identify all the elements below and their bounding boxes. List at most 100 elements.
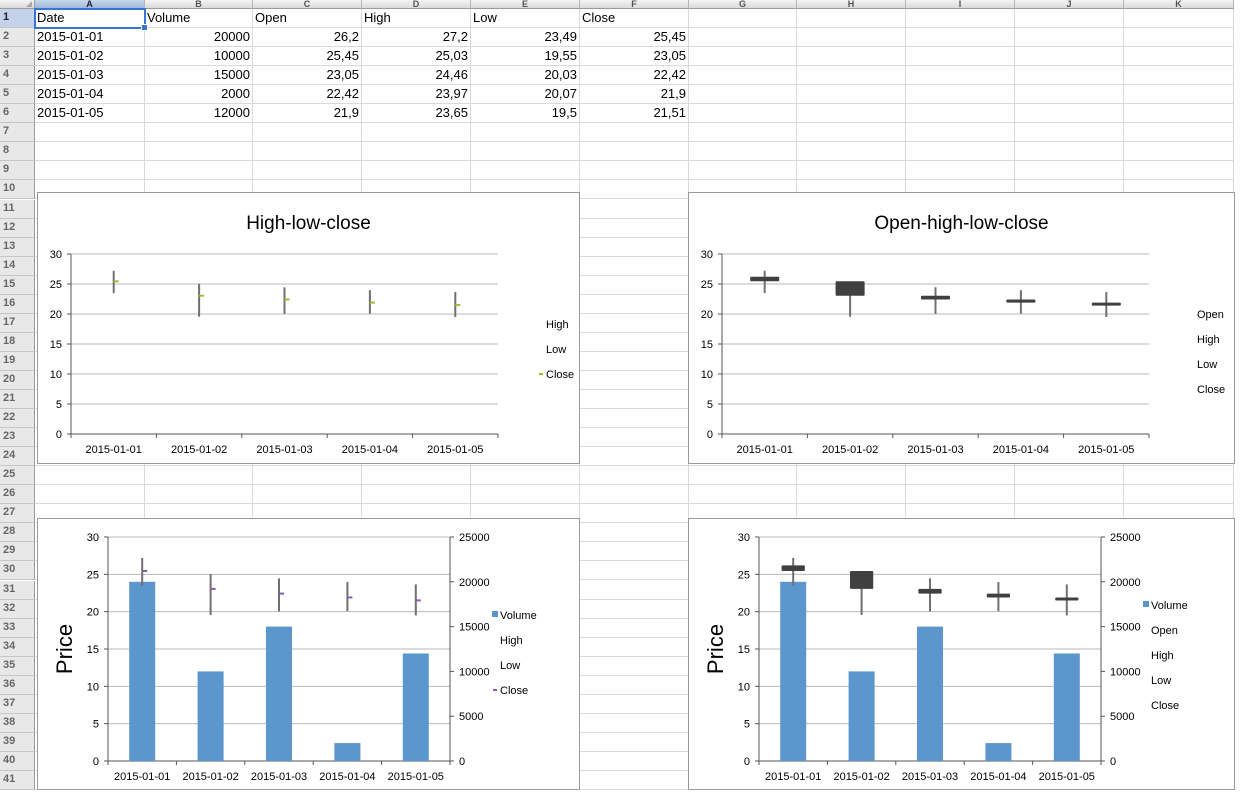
cell-f9[interactable] (580, 161, 689, 180)
cell-f18[interactable] (580, 333, 689, 352)
cell-g3[interactable] (689, 47, 797, 66)
chart-4[interactable]: 0 5 10 15 20 25 30 2015-01-01 2015-01-02 2015-01-… (688, 518, 1235, 790)
spreadsheet[interactable]: A B C D E F G H I J K 1 Date Volume Open High Low Close 2 2… (0, 0, 1248, 805)
cell-a5[interactable]: 2015-01-04 (35, 85, 145, 104)
cell-i3[interactable] (906, 47, 1015, 66)
row-header-21[interactable]: 21 (0, 390, 35, 409)
cell-i8[interactable] (906, 142, 1015, 161)
cell-e8[interactable] (471, 142, 580, 161)
row-header-35[interactable]: 35 (0, 657, 35, 676)
row-header-33[interactable]: 33 (0, 619, 35, 638)
row-header-18[interactable]: 18 (0, 333, 35, 352)
cell-b25[interactable] (145, 466, 253, 485)
chart-1[interactable]: High-low-close 0 5 10 15 20 25 30 2015-01-01 2015… (37, 192, 580, 464)
cell-f26[interactable] (580, 485, 689, 504)
cell-f6[interactable]: 21,51 (580, 104, 689, 123)
cell-k5[interactable] (1124, 85, 1234, 104)
cell-h2[interactable] (797, 28, 906, 47)
cell-b1[interactable]: Volume (145, 9, 253, 28)
cell-f40[interactable] (580, 752, 689, 771)
cell-d5[interactable]: 23,97 (362, 85, 471, 104)
cell-e9[interactable] (471, 161, 580, 180)
row-header-10[interactable]: 10 (0, 180, 35, 199)
cell-k3[interactable] (1124, 47, 1234, 66)
cell-b4[interactable]: 15000 (145, 66, 253, 85)
row-header-12[interactable]: 12 (0, 219, 35, 238)
cell-f20[interactable] (580, 371, 689, 390)
row-header-34[interactable]: 34 (0, 638, 35, 657)
row-header-25[interactable]: 25 (0, 466, 35, 485)
cell-i25[interactable] (906, 466, 1015, 485)
cell-k4[interactable] (1124, 66, 1234, 85)
row-header-2[interactable]: 2 (0, 28, 35, 47)
cell-j6[interactable] (1015, 104, 1124, 123)
row-header-14[interactable]: 14 (0, 257, 35, 276)
column-header-e[interactable]: E (471, 0, 580, 9)
cell-d3[interactable]: 25,03 (362, 47, 471, 66)
cell-b7[interactable] (145, 123, 253, 142)
cell-d1[interactable]: High (362, 9, 471, 28)
cell-e3[interactable]: 19,55 (471, 47, 580, 66)
row-header-22[interactable]: 22 (0, 409, 35, 428)
cell-a6[interactable]: 2015-01-05 (35, 104, 145, 123)
cell-f22[interactable] (580, 409, 689, 428)
cell-f29[interactable] (580, 542, 689, 561)
cell-b26[interactable] (145, 485, 253, 504)
cell-f33[interactable] (580, 619, 689, 638)
cell-e5[interactable]: 20,07 (471, 85, 580, 104)
chart-3[interactable]: 0 5 10 15 20 25 30 2015-01-01 2015-01-02 2015-01-… (37, 518, 580, 790)
cell-j8[interactable] (1015, 142, 1124, 161)
cell-k7[interactable] (1124, 123, 1234, 142)
cell-i1[interactable] (906, 9, 1015, 28)
cell-e1[interactable]: Low (471, 9, 580, 28)
cell-d4[interactable]: 24,46 (362, 66, 471, 85)
cell-c3[interactable]: 25,45 (253, 47, 362, 66)
row-header-40[interactable]: 40 (0, 752, 35, 771)
cell-g26[interactable] (689, 485, 797, 504)
cell-b2[interactable]: 20000 (145, 28, 253, 47)
row-header-23[interactable]: 23 (0, 428, 35, 447)
cell-f19[interactable] (580, 352, 689, 371)
row-header-11[interactable]: 11 (0, 200, 35, 219)
cell-f25[interactable] (580, 466, 689, 485)
cell-h25[interactable] (797, 466, 906, 485)
cell-g25[interactable] (689, 466, 797, 485)
cell-i26[interactable] (906, 485, 1015, 504)
cell-d26[interactable] (362, 485, 471, 504)
cell-g9[interactable] (689, 161, 797, 180)
cell-h6[interactable] (797, 104, 906, 123)
cell-f11[interactable] (580, 200, 689, 219)
cell-i2[interactable] (906, 28, 1015, 47)
cell-c25[interactable] (253, 466, 362, 485)
cell-i6[interactable] (906, 104, 1015, 123)
row-header-24[interactable]: 24 (0, 447, 35, 466)
cell-i5[interactable] (906, 85, 1015, 104)
cell-j9[interactable] (1015, 161, 1124, 180)
row-header-31[interactable]: 31 (0, 581, 35, 600)
cell-c6[interactable]: 21,9 (253, 104, 362, 123)
cell-d8[interactable] (362, 142, 471, 161)
cell-f1[interactable]: Close (580, 9, 689, 28)
cell-f8[interactable] (580, 142, 689, 161)
cell-f2[interactable]: 25,45 (580, 28, 689, 47)
cell-f39[interactable] (580, 733, 689, 752)
cell-j3[interactable] (1015, 47, 1124, 66)
cell-h9[interactable] (797, 161, 906, 180)
column-header-c[interactable]: C (253, 0, 362, 9)
select-all-corner[interactable] (0, 0, 35, 9)
cell-b5[interactable]: 2000 (145, 85, 253, 104)
cell-f35[interactable] (580, 657, 689, 676)
row-header-16[interactable]: 16 (0, 295, 35, 314)
cell-f17[interactable] (580, 314, 689, 333)
cell-f13[interactable] (580, 238, 689, 257)
chart-2[interactable]: Open-high-low-close 0 5 10 15 20 25 30 2015-01-0… (688, 192, 1235, 464)
cell-d2[interactable]: 27,2 (362, 28, 471, 47)
cell-j7[interactable] (1015, 123, 1124, 142)
row-header-41[interactable]: 41 (0, 771, 35, 790)
cell-f34[interactable] (580, 638, 689, 657)
row-header-7[interactable]: 7 (0, 123, 35, 142)
column-header-h[interactable]: H (797, 0, 906, 9)
cell-j1[interactable] (1015, 9, 1124, 28)
cell-j26[interactable] (1015, 485, 1124, 504)
cell-h4[interactable] (797, 66, 906, 85)
